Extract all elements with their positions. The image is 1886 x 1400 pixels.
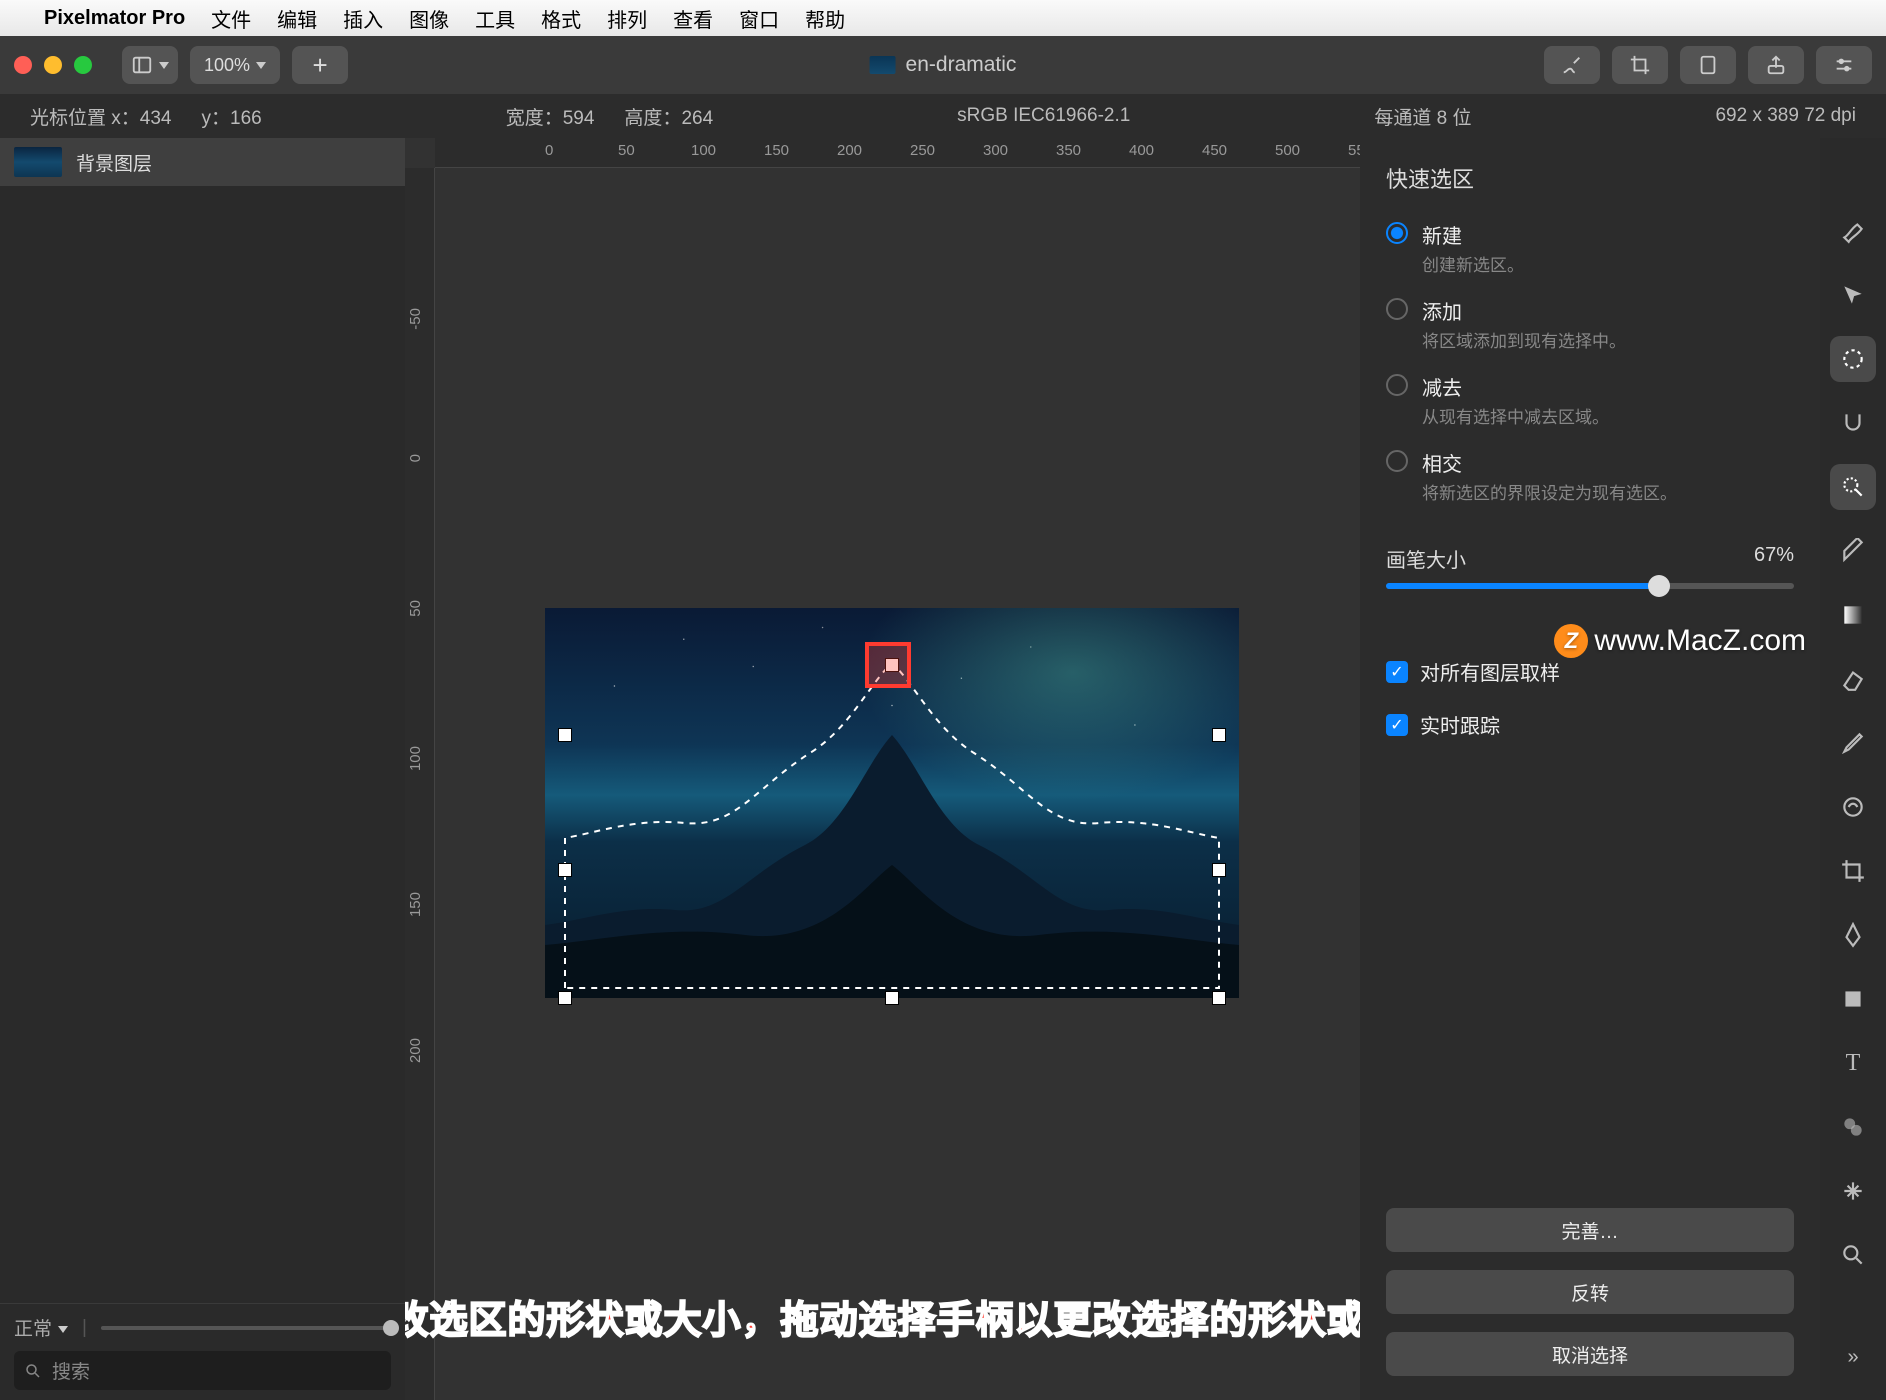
menu-file[interactable]: 文件 (211, 4, 251, 33)
mode-subtract[interactable]: 减去从现有选择中减去区域。 (1386, 372, 1794, 428)
close-button[interactable] (14, 56, 32, 74)
handle-bl[interactable] (558, 991, 572, 1005)
handle-br[interactable] (1212, 991, 1226, 1005)
caption-overlay: 更改选区的形状或大小，拖动选择手柄以更改选择的形状或大小 (405, 1289, 1360, 1344)
text-tool-icon[interactable]: T (1830, 1040, 1876, 1086)
brush-size-slider[interactable] (1386, 583, 1794, 589)
settings-toolbar-button[interactable] (1816, 46, 1872, 84)
more-tools-icon[interactable]: » (1830, 1334, 1876, 1380)
refine-button[interactable]: 完善… (1386, 1208, 1794, 1252)
invert-button[interactable]: 反转 (1386, 1270, 1794, 1314)
colorpicker-tool-icon[interactable] (1830, 720, 1876, 766)
layer-thumbnail (14, 147, 62, 177)
watermark-logo-icon: Z (1554, 624, 1588, 658)
magnetic-tool-icon[interactable] (1830, 400, 1876, 446)
handle-tr[interactable] (1212, 728, 1226, 742)
mode-add[interactable]: 添加将区域添加到现有选择中。 (1386, 296, 1794, 352)
tool-strip: T » (1820, 138, 1886, 1400)
deselect-button[interactable]: 取消选择 (1386, 1332, 1794, 1376)
handle-tl[interactable] (558, 728, 572, 742)
blend-mode-dropdown[interactable]: 正常 (14, 1314, 68, 1341)
layer-name: 背景图层 (76, 149, 152, 176)
menu-image[interactable]: 图像 (409, 4, 449, 33)
menu-view[interactable]: 查看 (673, 4, 713, 33)
menubar: Pixelmator Pro 文件 编辑 插入 图像 工具 格式 排列 查看 窗… (0, 0, 1886, 36)
menu-insert[interactable]: 插入 (343, 4, 383, 33)
opacity-slider[interactable] (101, 1326, 391, 1330)
fullscreen-button[interactable] (74, 56, 92, 74)
layer-row[interactable]: 背景图层 (0, 138, 405, 186)
share-toolbar-button[interactable] (1748, 46, 1804, 84)
document-icon (870, 56, 896, 74)
erase-tool-icon[interactable] (1830, 656, 1876, 702)
page-toolbar-button[interactable] (1680, 46, 1736, 84)
menu-window[interactable]: 窗口 (739, 4, 779, 33)
window-controls (14, 56, 92, 74)
sparkle-tool-icon[interactable] (1830, 1168, 1876, 1214)
zoom-tool-icon[interactable] (1830, 1232, 1876, 1278)
sidebar-toggle-button[interactable] (122, 46, 178, 84)
marquee-tool-icon[interactable] (1830, 336, 1876, 382)
add-button[interactable]: + (292, 46, 348, 84)
infobar: 光标位置 x：434 y：166 宽度：594 高度：264 sRGB IEC6… (0, 94, 1886, 138)
handle-mr[interactable] (1212, 863, 1226, 877)
mode-intersect[interactable]: 相交将新选区的界限设定为现有选区。 (1386, 448, 1794, 504)
menu-arrange[interactable]: 排列 (607, 4, 647, 33)
app-name[interactable]: Pixelmator Pro (44, 7, 185, 30)
zoom-dropdown[interactable]: 100% (190, 46, 280, 84)
sample-all-layers-checkbox[interactable]: ✓对所有图层取样 (1386, 657, 1794, 686)
watermark: Z www.MacZ.com (1554, 624, 1806, 658)
mode-new[interactable]: 新建创建新选区。 (1386, 220, 1794, 276)
crop-toolbar-button[interactable] (1612, 46, 1668, 84)
pen-tool-icon[interactable] (1830, 912, 1876, 958)
handle-bm[interactable] (885, 991, 899, 1005)
menu-format[interactable]: 格式 (541, 4, 581, 33)
style-tool-icon[interactable] (1830, 208, 1876, 254)
crop-tool-icon[interactable] (1830, 848, 1876, 894)
warp-tool-icon[interactable] (1830, 784, 1876, 830)
radio-icon (1386, 374, 1408, 396)
quickselect-tool-icon[interactable] (1830, 464, 1876, 510)
effects-tool-icon[interactable] (1830, 1104, 1876, 1150)
gradient-tool-icon[interactable] (1830, 592, 1876, 638)
radio-icon (1386, 298, 1408, 320)
radio-icon (1386, 222, 1408, 244)
live-tracking-checkbox[interactable]: ✓实时跟踪 (1386, 710, 1794, 739)
document-title: en-dramatic (870, 53, 1017, 77)
search-icon (24, 1362, 42, 1380)
paint-tool-icon[interactable] (1830, 528, 1876, 574)
tool-options-panel: 快速选区 新建创建新选区。 添加将区域添加到现有选择中。 减去从现有选择中减去区… (1360, 138, 1820, 1400)
minimize-button[interactable] (44, 56, 62, 74)
shape-tool-icon[interactable] (1830, 976, 1876, 1022)
highlight-marker (865, 642, 911, 688)
layers-panel: 背景图层 正常 | 搜索 (0, 138, 405, 1400)
canvas[interactable]: 0501001502002503003504004505005506006507… (405, 138, 1360, 1400)
layer-search[interactable]: 搜索 (14, 1351, 391, 1390)
radio-icon (1386, 450, 1408, 472)
brush-toolbar-button[interactable] (1544, 46, 1600, 84)
ruler-vertical: -50050100150200 (405, 168, 435, 1400)
move-tool-icon[interactable] (1830, 272, 1876, 318)
menu-help[interactable]: 帮助 (805, 4, 845, 33)
menu-tools[interactable]: 工具 (475, 4, 515, 33)
toolbar: 100% + en-dramatic (0, 36, 1886, 94)
handle-ml[interactable] (558, 863, 572, 877)
panel-title: 快速选区 (1386, 162, 1794, 194)
menu-edit[interactable]: 编辑 (277, 4, 317, 33)
ruler-horizontal: 0501001502002503003504004505005506006507… (435, 138, 1360, 168)
